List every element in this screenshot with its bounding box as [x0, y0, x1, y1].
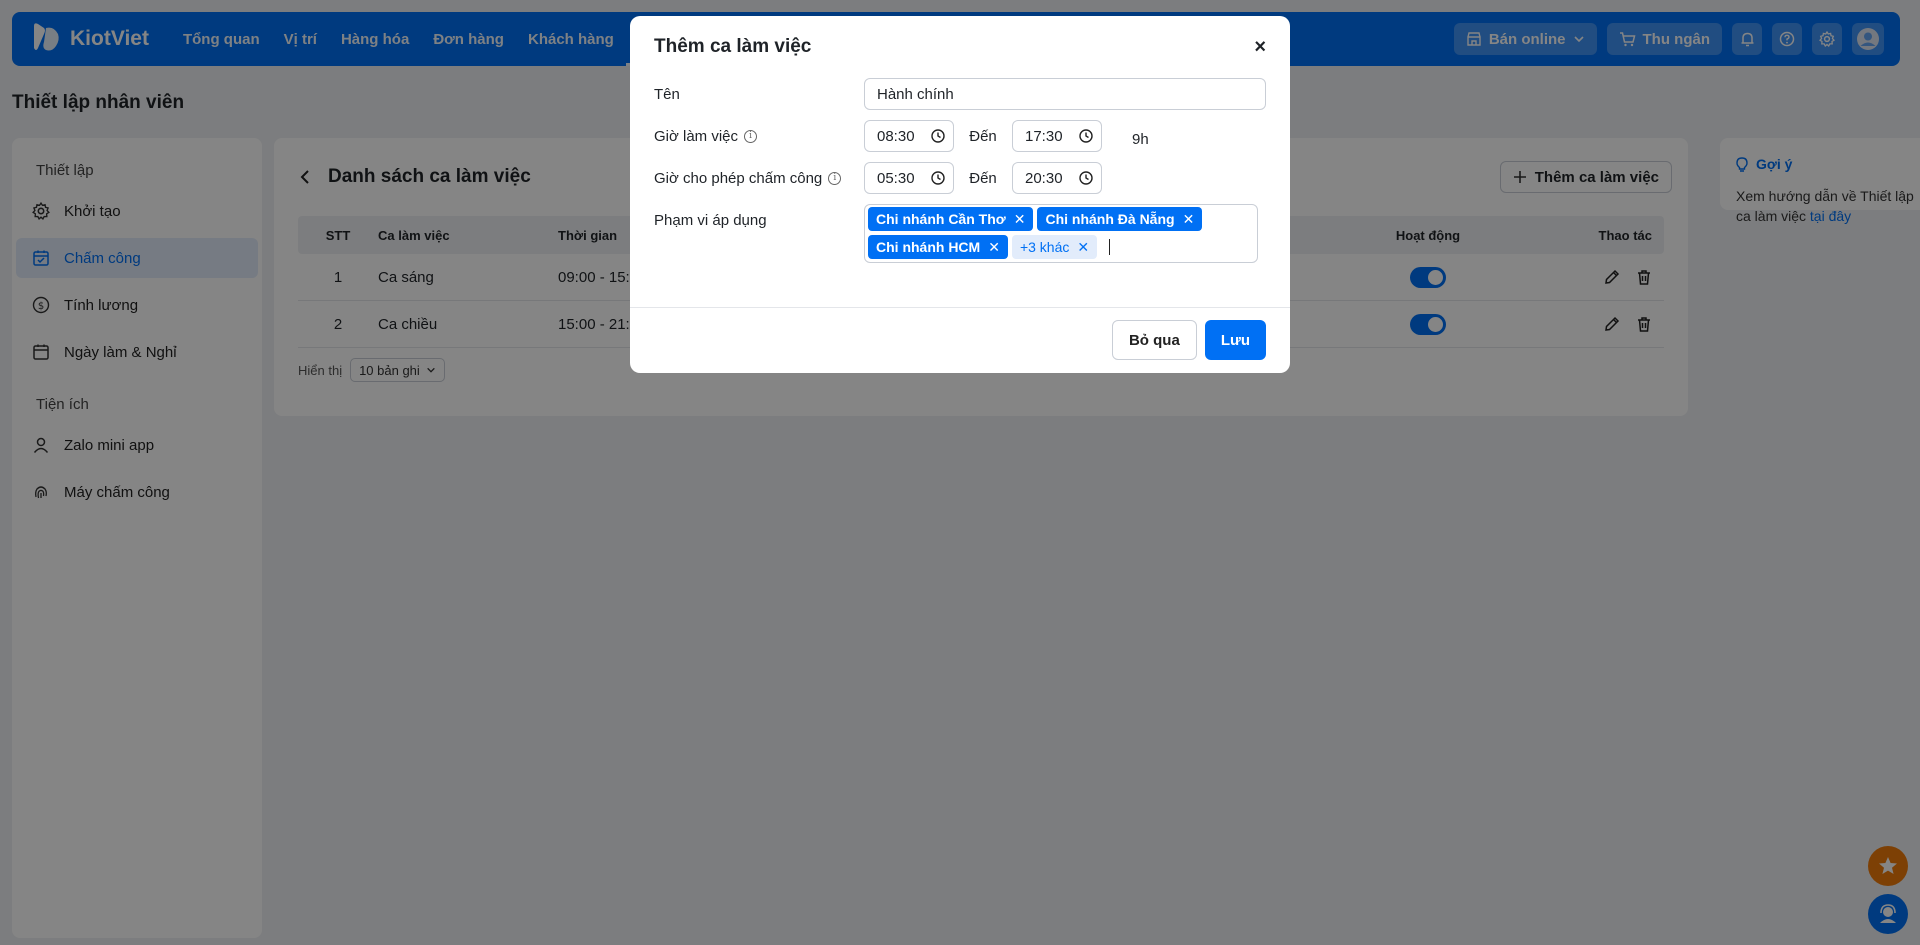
scope-label-text: Phạm vi áp dụng — [654, 212, 767, 229]
to-label: Đến — [969, 128, 997, 145]
remove-tag-icon[interactable]: ✕ — [1014, 211, 1026, 228]
save-button[interactable]: Lưu — [1204, 320, 1266, 360]
scope-label: Phạm vi áp dụng — [654, 204, 864, 229]
clock-icon — [1079, 171, 1093, 185]
cancel-button[interactable]: Bỏ qua — [1111, 320, 1197, 360]
work-to-value: 17:30 — [1025, 127, 1063, 145]
clock-icon — [931, 171, 945, 185]
clock-icon — [1079, 129, 1093, 143]
name-label: Tên — [654, 78, 864, 103]
branch-tag: Chi nhánh HCM ✕ — [868, 235, 1008, 259]
work-hours-label: Giờ làm việc i — [654, 120, 864, 145]
remove-tag-icon[interactable]: ✕ — [1077, 239, 1089, 256]
clock-icon — [931, 129, 945, 143]
branch-tag-label: Chi nhánh Đà Nẵng — [1045, 211, 1175, 227]
name-label-text: Tên — [654, 86, 680, 103]
duration-value: 9h — [1132, 131, 1149, 148]
info-icon[interactable]: i — [828, 172, 842, 185]
dialog-title: Thêm ca làm việc — [654, 36, 812, 57]
branch-tag-label: Chi nhánh HCM — [876, 239, 981, 255]
work-from-value: 08:30 — [877, 127, 915, 145]
branch-tag: Chi nhánh Đà Nẵng ✕ — [1037, 207, 1203, 231]
shift-name-input[interactable]: Hành chính — [864, 78, 1266, 110]
add-shift-dialog: Thêm ca làm việc × Tên Hành chính Giờ là… — [630, 16, 1290, 373]
work-hours-label-text: Giờ làm việc — [654, 128, 739, 145]
more-branches-label: +3 khác — [1019, 239, 1070, 255]
work-from-input[interactable]: 08:30 — [864, 120, 954, 152]
info-icon[interactable]: i — [744, 130, 758, 143]
remove-tag-icon[interactable]: ✕ — [988, 239, 1000, 256]
branch-tag-label: Chi nhánh Cần Thơ — [876, 211, 1006, 227]
shift-name-value: Hành chính — [877, 85, 954, 103]
checkin-from-input[interactable]: 05:30 — [864, 162, 954, 194]
more-branches-tag: +3 khác ✕ — [1011, 235, 1098, 259]
branch-multiselect[interactable]: Chi nhánh Cần Thơ ✕ Chi nhánh Đà Nẵng ✕ Ch… — [864, 204, 1258, 263]
checkin-from-value: 05:30 — [877, 169, 915, 187]
work-to-input[interactable]: 17:30 — [1012, 120, 1102, 152]
close-icon[interactable]: × — [1254, 36, 1266, 59]
checkin-to-input[interactable]: 20:30 — [1012, 162, 1102, 194]
branch-tag: Chi nhánh Cần Thơ ✕ — [868, 207, 1034, 231]
checkin-label: Giờ cho phép chấm công i — [654, 162, 864, 187]
to-label: Đến — [969, 170, 997, 187]
checkin-label-text: Giờ cho phép chấm công — [654, 170, 823, 187]
remove-tag-icon[interactable]: ✕ — [1183, 211, 1195, 228]
checkin-to-value: 20:30 — [1025, 169, 1063, 187]
text-caret — [1109, 239, 1111, 255]
